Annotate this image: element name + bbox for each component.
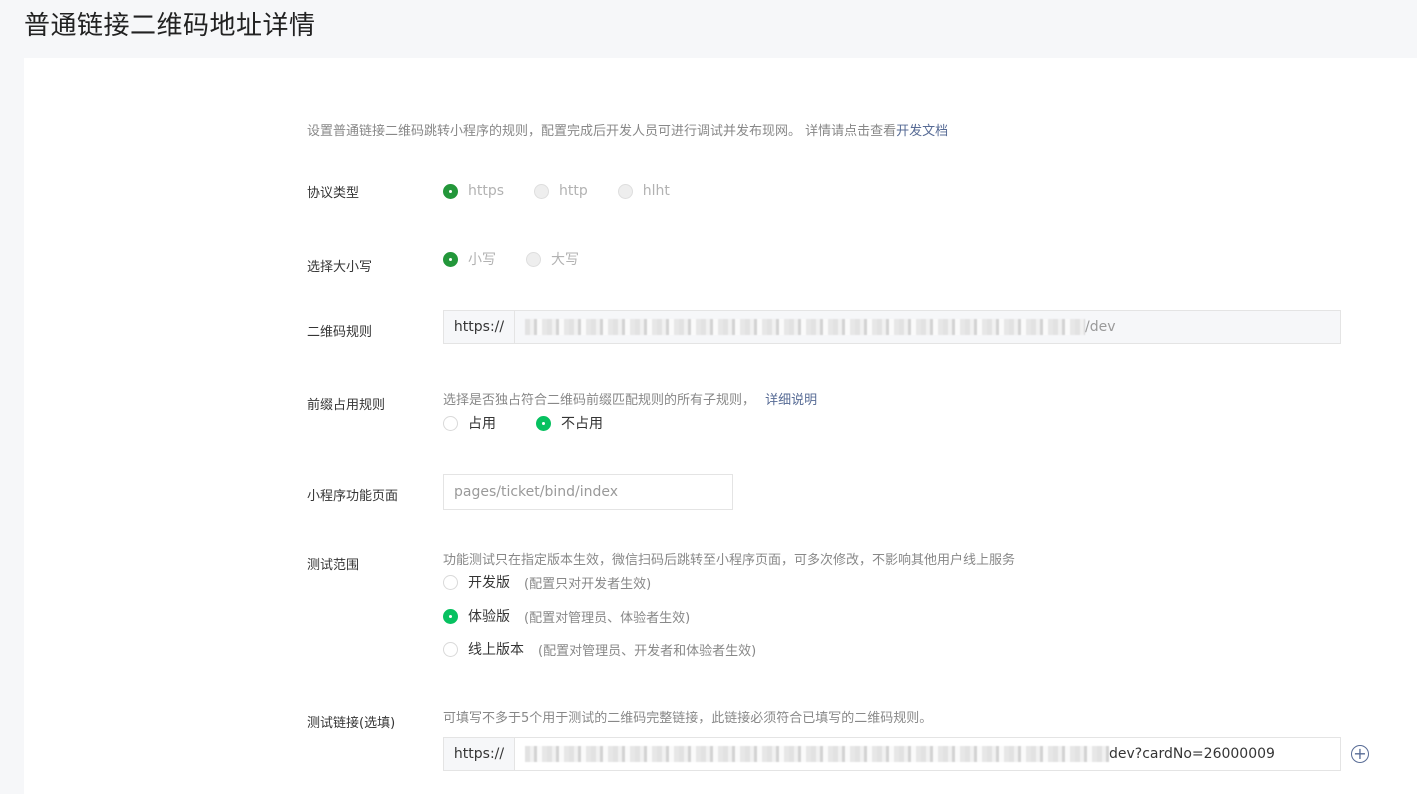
page-title: 普通链接二维码地址详情 — [24, 11, 316, 41]
details-link[interactable]: 详细说明 — [765, 393, 817, 408]
qr-rule-input-group: https:// /dev — [443, 310, 1341, 344]
qr-rule-input[interactable]: /dev — [515, 311, 1340, 343]
page-path-label: 小程序功能页面 — [307, 489, 399, 504]
test-link-input[interactable]: dev?cardNo=26000009 — [515, 738, 1340, 770]
prefix-option-occupy[interactable]: 占用 — [443, 413, 496, 433]
radio-unchecked-icon — [534, 183, 550, 199]
case-radio-group: 小写 大写 — [443, 249, 609, 269]
prefix-option-label: 不占用 — [561, 416, 603, 432]
page-path-input[interactable]: pages/ticket/bind/index — [443, 474, 733, 510]
radio-unchecked-icon — [443, 415, 458, 431]
intro-text: 设置普通链接二维码跳转小程序的规则，配置完成后开发人员可进行调试并发布现网。 详… — [307, 120, 948, 139]
protocol-option-https[interactable]: https — [443, 183, 504, 199]
radio-unchecked-icon — [443, 574, 458, 590]
test-scope-desc: 功能测试只在指定版本生效，微信扫码后跳转至小程序页面，可多次修改，不影响其他用户… — [443, 553, 1016, 568]
intro-description: 设置普通链接二维码跳转小程序的规则，配置完成后开发人员可进行调试并发布现网。 详… — [307, 124, 897, 139]
radio-unchecked-icon — [526, 251, 541, 267]
protocol-option-label: http — [559, 183, 588, 199]
case-option-label: 大写 — [551, 252, 579, 268]
dev-docs-link[interactable]: 开发文档 — [896, 124, 948, 139]
radio-checked-icon — [443, 608, 458, 624]
plus-circle-icon[interactable]: + — [1351, 745, 1369, 763]
test-scope-option-label: 开发版 — [468, 575, 510, 591]
test-scope-option-label: 体验版 — [468, 609, 510, 625]
prefix-rule-description: 选择是否独占符合二维码前缀匹配规则的所有子规则， — [443, 393, 756, 408]
qr-rule-value-suffix: /dev — [1085, 319, 1116, 335]
radio-unchecked-icon — [617, 183, 633, 199]
test-scope-label: 测试范围 — [307, 558, 360, 573]
qr-rule-label: 二维码规则 — [307, 325, 373, 340]
protocol-option-http[interactable]: http — [534, 183, 588, 199]
prefix-option-label: 占用 — [468, 416, 496, 432]
radio-unchecked-icon — [443, 641, 458, 657]
test-scope-option-label: 线上版本 — [468, 642, 524, 658]
test-link-label: 测试链接(选填) — [307, 716, 396, 731]
qr-rule-prefix: https:// — [444, 311, 515, 343]
test-scope-option-hint: (配置对管理员、体验者生效) — [524, 610, 691, 626]
protocol-label: 协议类型 — [307, 186, 360, 201]
protocol-radio-group: https http hlht — [443, 183, 700, 199]
test-scope-option-dev[interactable]: 开发版 (配置只对开发者生效) — [443, 572, 651, 592]
case-option-upper[interactable]: 大写 — [526, 249, 579, 269]
redacted-blur — [525, 746, 1109, 762]
radio-checked-icon — [443, 251, 458, 267]
case-label: 选择大小写 — [307, 260, 373, 275]
prefix-rule-label: 前缀占用规则 — [307, 398, 386, 413]
detail-panel: 设置普通链接二维码跳转小程序的规则，配置完成后开发人员可进行调试并发布现网。 详… — [24, 58, 1417, 794]
test-link-desc: 可填写不多于5个用于测试的二维码完整链接，此链接必须符合已填写的二维码规则。 — [443, 711, 933, 726]
protocol-option-label: https — [468, 183, 505, 199]
prefix-option-not-occupy[interactable]: 不占用 — [536, 413, 603, 433]
case-option-lower[interactable]: 小写 — [443, 249, 496, 269]
test-scope-option-hint: (配置对管理员、开发者和体验者生效) — [538, 643, 757, 659]
test-scope-option-release[interactable]: 线上版本 (配置对管理员、开发者和体验者生效) — [443, 639, 756, 659]
test-scope-option-trial[interactable]: 体验版 (配置对管理员、体验者生效) — [443, 606, 690, 626]
protocol-option-label: hlht — [642, 183, 670, 199]
test-link-value-suffix: dev?cardNo=26000009 — [1109, 746, 1275, 762]
test-link-input-group: https:// dev?cardNo=26000009 — [443, 737, 1341, 771]
prefix-rule-desc: 选择是否独占符合二维码前缀匹配规则的所有子规则， 详细说明 — [443, 389, 817, 408]
case-option-label: 小写 — [468, 252, 496, 268]
redacted-blur — [525, 319, 1085, 335]
radio-checked-icon — [443, 183, 458, 199]
prefix-rule-radio-group: 占用 不占用 — [443, 413, 633, 433]
test-scope-option-hint: (配置只对开发者生效) — [524, 576, 652, 592]
test-link-prefix: https:// — [444, 738, 515, 770]
protocol-option-hlht[interactable]: hlht — [617, 183, 670, 199]
radio-checked-icon — [536, 415, 551, 431]
